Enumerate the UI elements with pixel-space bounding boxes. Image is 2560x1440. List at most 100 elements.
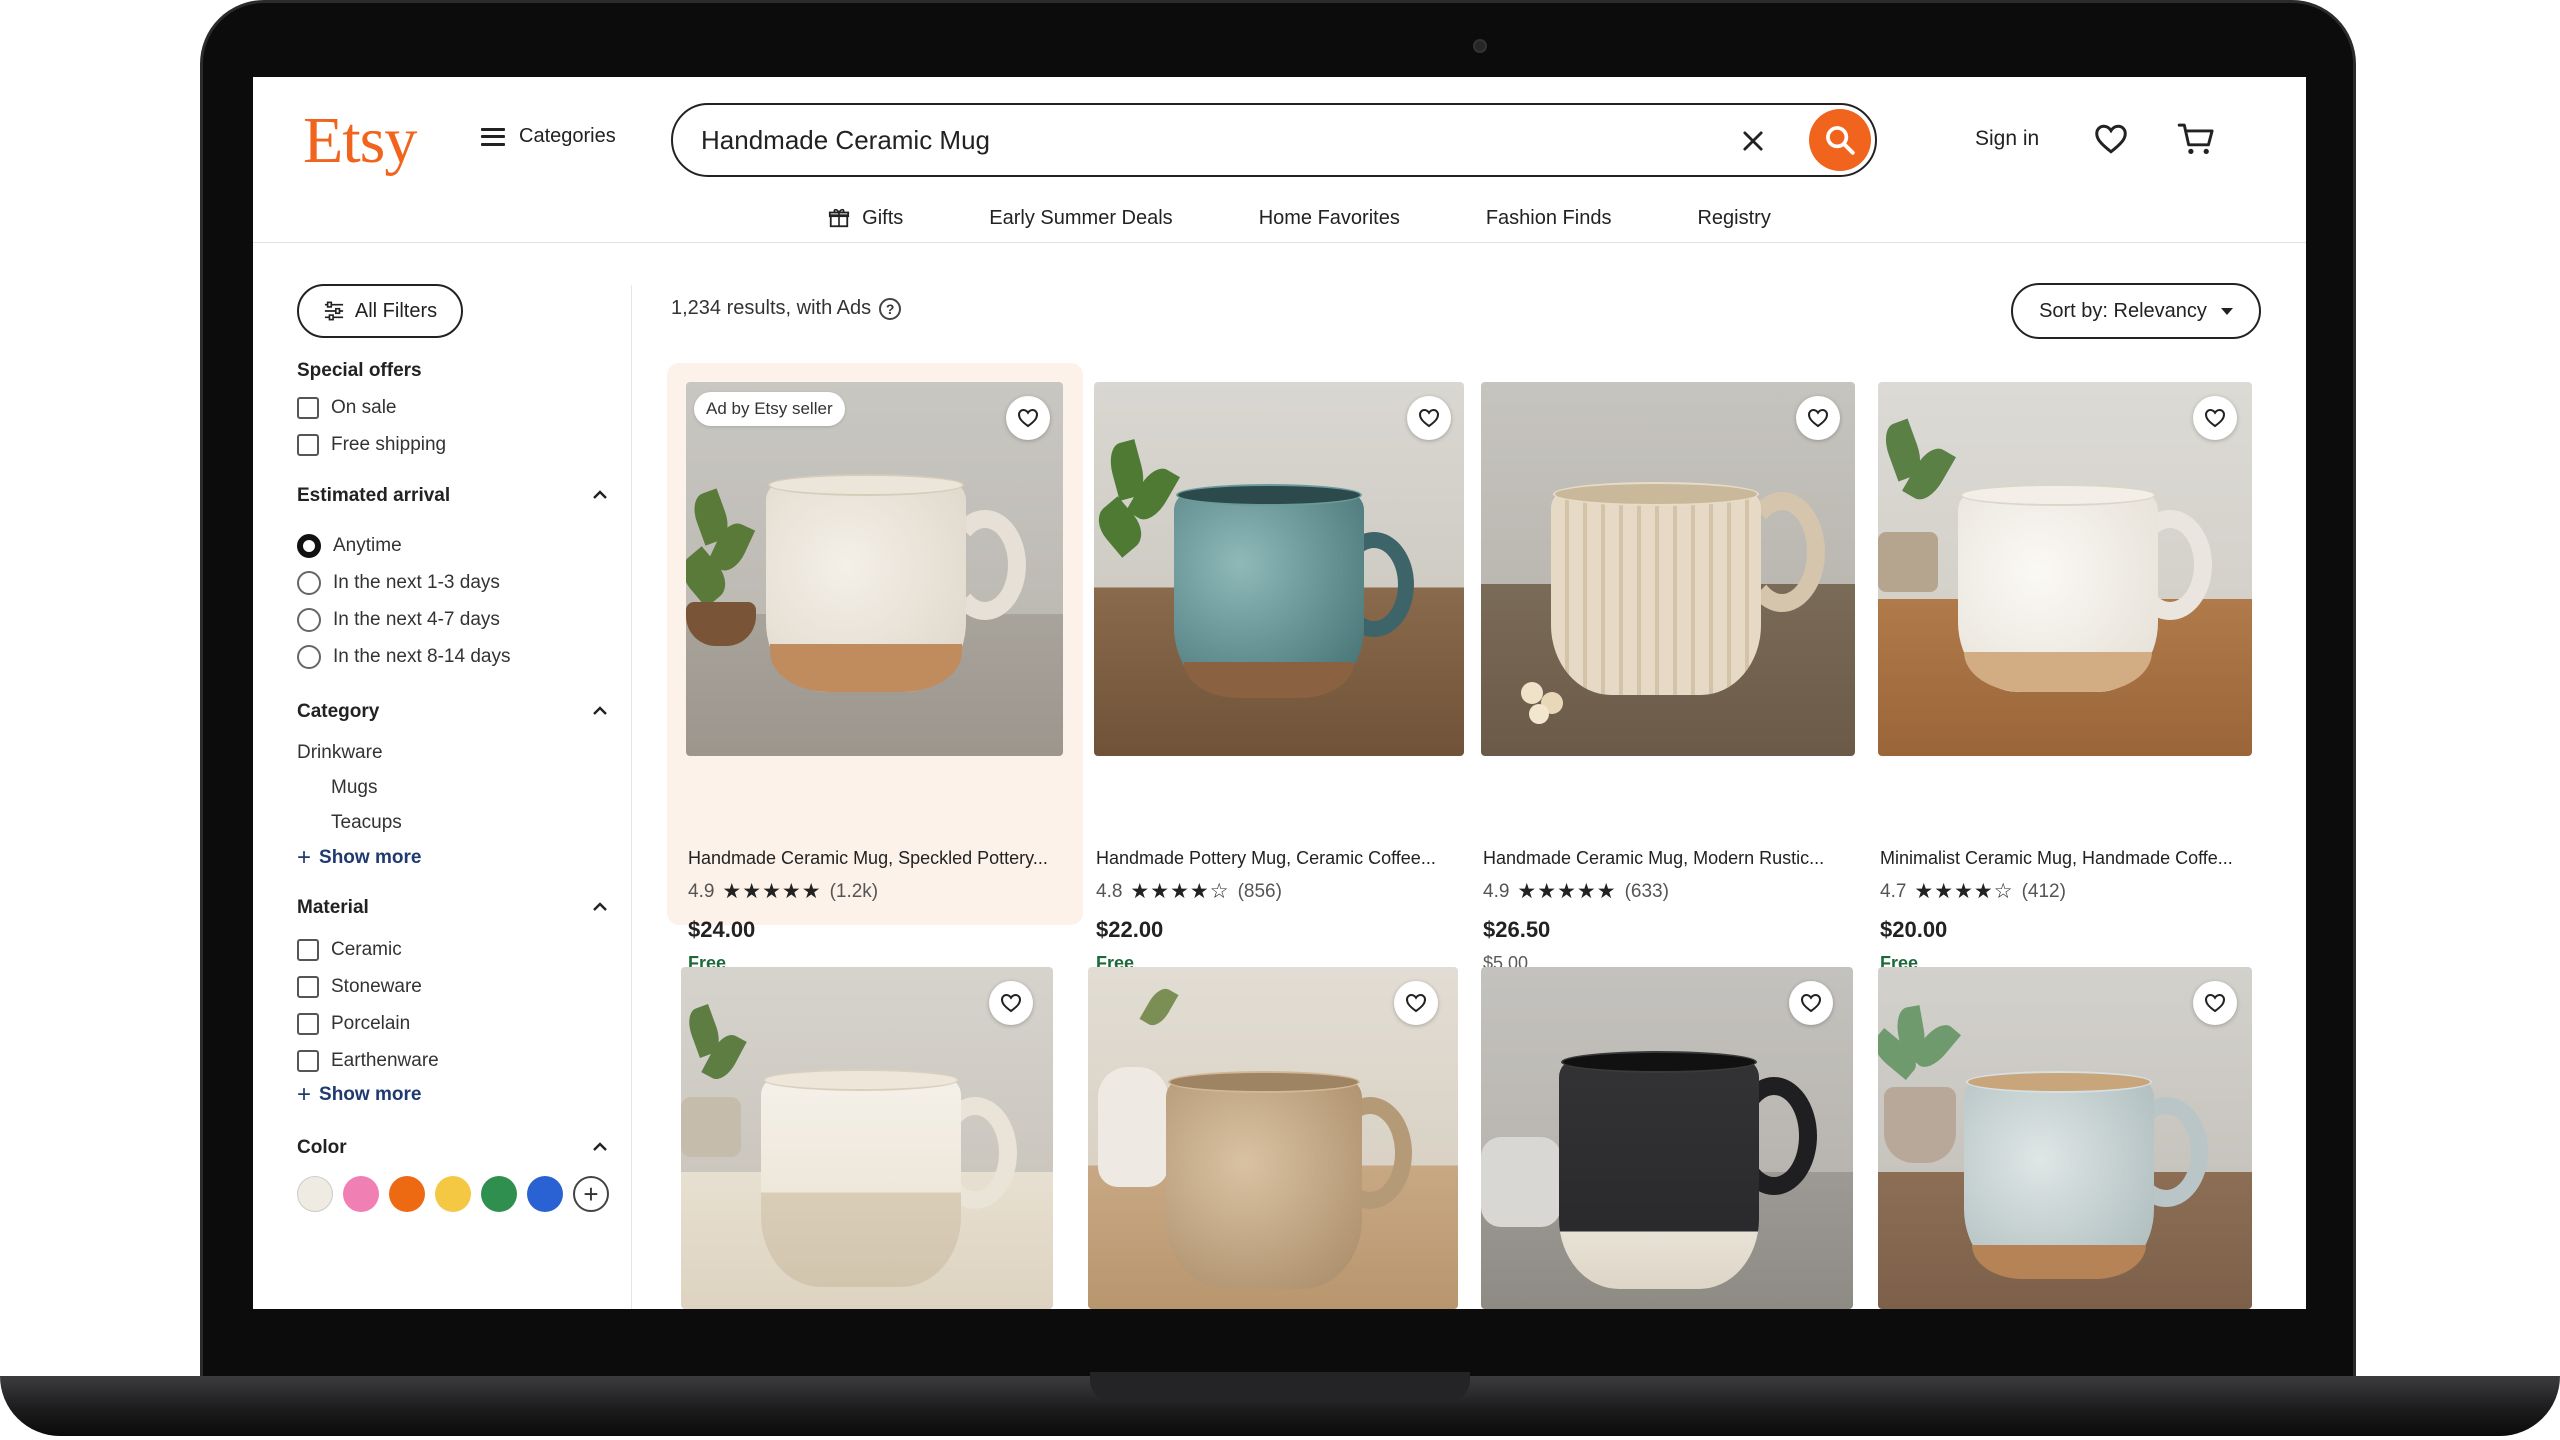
nav-early-summer-deals[interactable]: Early Summer Deals (989, 195, 1172, 241)
product-image[interactable]: Ad by Etsy seller (686, 382, 1063, 756)
caret-down-icon (2220, 307, 2233, 315)
product-title[interactable]: Handmade Pottery Mug, Ceramic Coffee... (1096, 848, 1466, 869)
radio[interactable] (297, 571, 321, 595)
product-price: $26.50 (1483, 917, 1551, 942)
mug-rim (1960, 484, 2156, 506)
nav-gifts[interactable]: Gifts (828, 195, 903, 241)
material-earthenware[interactable]: Earthenware (297, 1050, 439, 1072)
search-icon (1826, 126, 1855, 155)
star-icons: ★★★★★ (1517, 880, 1617, 903)
webcam (1473, 39, 1487, 53)
nav-registry[interactable]: Registry (1697, 195, 1770, 241)
product-image[interactable] (1481, 382, 1855, 756)
product-title[interactable]: Handmade Ceramic Mug, Speckled Pottery..… (688, 848, 1065, 869)
close-icon[interactable] (1739, 127, 1767, 155)
arrival-1-3-days[interactable]: In the next 1-3 days (297, 571, 500, 595)
radio-selected[interactable] (297, 534, 321, 558)
checkbox[interactable] (297, 939, 319, 961)
favorite-button[interactable] (2193, 981, 2237, 1025)
radio[interactable] (297, 645, 321, 669)
chevron-up-icon[interactable] (591, 487, 609, 501)
chevron-up-icon[interactable] (591, 703, 609, 717)
help-icon[interactable]: ? (879, 297, 902, 320)
category-show-more[interactable]: + Show more (297, 846, 421, 870)
checkbox[interactable] (297, 976, 319, 998)
swatch-pink[interactable] (343, 1176, 379, 1212)
product-image[interactable] (1878, 382, 2252, 756)
swatch-yellow[interactable] (435, 1176, 471, 1212)
category-heading[interactable]: Category (297, 701, 609, 723)
filter-label: Ceramic (331, 939, 402, 960)
show-more-label: Show more (319, 1084, 422, 1105)
mug-rim (1168, 1071, 1360, 1093)
favorites-heart-icon[interactable] (2093, 121, 2129, 157)
mug-body (1166, 1079, 1362, 1289)
color-heading[interactable]: Color (297, 1137, 609, 1159)
material-heading[interactable]: Material (297, 897, 609, 919)
material-title: Material (297, 897, 369, 918)
radio[interactable] (297, 608, 321, 632)
search-input[interactable] (701, 124, 1701, 156)
favorite-button[interactable] (1789, 981, 1833, 1025)
checkbox[interactable] (297, 1013, 319, 1035)
arrival-4-7-days[interactable]: In the next 4-7 days (297, 608, 500, 632)
product-image[interactable] (1878, 967, 2252, 1309)
results-count-label: 1,234 results, with Ads (671, 297, 872, 319)
nav-home-favorites[interactable]: Home Favorites (1259, 195, 1400, 241)
sort-dropdown[interactable]: Sort by: Relevancy (2011, 283, 2261, 339)
review-count: (412) (2021, 880, 2066, 902)
mug-foot (770, 644, 962, 692)
estimated-arrival-heading[interactable]: Estimated arrival (297, 485, 609, 507)
favorite-button[interactable] (1394, 981, 1438, 1025)
filter-label: In the next 4-7 days (333, 609, 500, 630)
category-mugs[interactable]: Mugs (331, 777, 377, 799)
etsy-logo[interactable]: Etsy (303, 103, 417, 179)
swatch-orange[interactable] (389, 1176, 425, 1212)
star-icons: ★★★★★ (722, 880, 822, 903)
checkbox[interactable] (297, 397, 319, 419)
checkbox[interactable] (297, 1050, 319, 1072)
category-teacups[interactable]: Teacups (331, 812, 402, 834)
swatch-blue[interactable] (527, 1176, 563, 1212)
categories-button[interactable]: Categories (481, 125, 616, 148)
mug-body (1559, 1059, 1759, 1289)
leaf (1139, 984, 1179, 1030)
favorite-button[interactable] (1796, 396, 1840, 440)
material-stoneware[interactable]: Stoneware (297, 976, 422, 998)
mug-rim (763, 1069, 959, 1091)
arrival-8-14-days[interactable]: In the next 8-14 days (297, 645, 510, 669)
product-rating: 4.9 ★★★★★ (633) (1483, 879, 1669, 904)
nav-fashion-finds[interactable]: Fashion Finds (1486, 195, 1612, 241)
material-show-more[interactable]: + Show more (297, 1083, 421, 1107)
material-porcelain[interactable]: Porcelain (297, 1013, 410, 1035)
product-title[interactable]: Handmade Ceramic Mug, Modern Rustic... (1483, 848, 1853, 869)
search-button[interactable] (1809, 109, 1871, 171)
swatch-green[interactable] (481, 1176, 517, 1212)
favorite-button[interactable] (1006, 396, 1050, 440)
chevron-up-icon[interactable] (591, 1139, 609, 1153)
all-filters-button[interactable]: All Filters (297, 284, 463, 338)
mug-foot (1184, 662, 1354, 698)
swatch-cream[interactable] (297, 1176, 333, 1212)
heart-icon (2204, 408, 2226, 428)
material-ceramic[interactable]: Ceramic (297, 939, 402, 961)
arrival-anytime[interactable]: Anytime (297, 534, 402, 558)
checkbox[interactable] (297, 434, 319, 456)
filter-label: Free shipping (331, 434, 447, 455)
heart-icon (1000, 993, 1022, 1013)
chevron-up-icon[interactable] (591, 899, 609, 913)
mug-foot (1972, 1245, 2146, 1279)
filter-on-sale[interactable]: On sale (297, 397, 396, 419)
favorite-button[interactable] (989, 981, 1033, 1025)
add-color-button[interactable]: + (573, 1176, 609, 1212)
sign-in-link[interactable]: Sign in (1975, 127, 2039, 151)
filter-label: On sale (331, 397, 397, 418)
category-drinkware[interactable]: Drinkware (297, 742, 383, 764)
product-title[interactable]: Minimalist Ceramic Mug, Handmade Coffe..… (1880, 848, 2254, 869)
filter-free-shipping[interactable]: Free shipping (297, 434, 446, 456)
product-image[interactable] (1094, 382, 1464, 756)
color-title: Color (297, 1137, 347, 1158)
cart-icon[interactable] (2177, 121, 2215, 157)
favorite-button[interactable] (2193, 396, 2237, 440)
favorite-button[interactable] (1407, 396, 1451, 440)
